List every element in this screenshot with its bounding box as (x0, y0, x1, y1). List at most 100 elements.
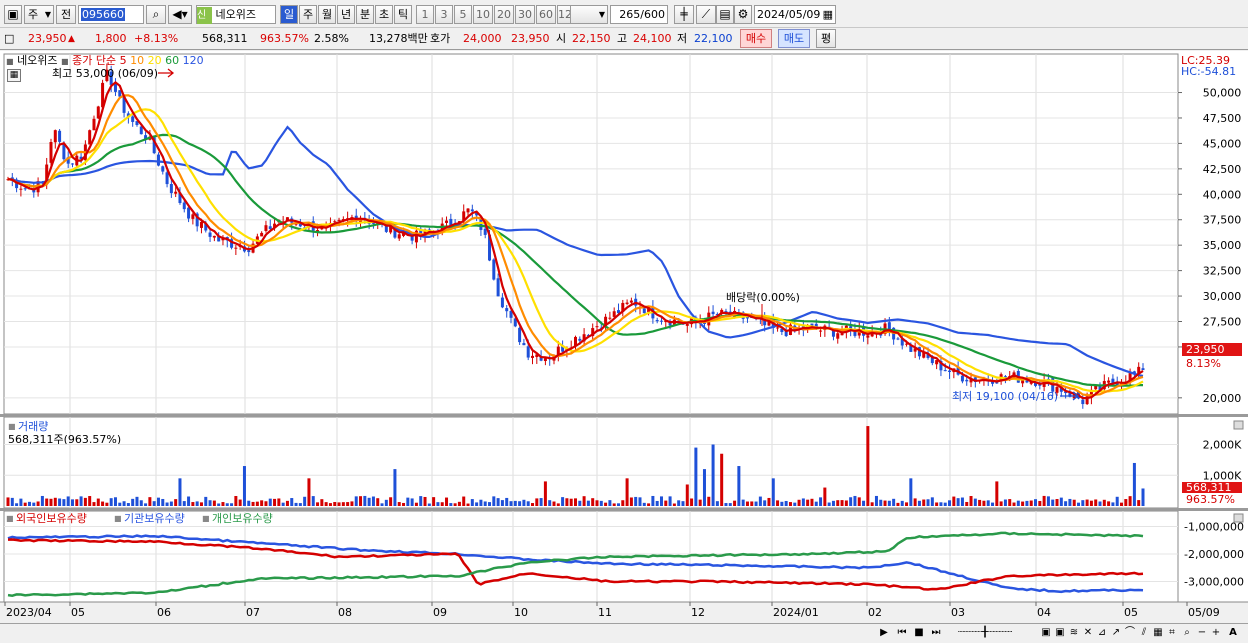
zoom-in-icon[interactable]: ⏭ (929, 626, 943, 641)
volume-bar (45, 498, 49, 506)
candle-body (182, 202, 186, 210)
volume-bar (212, 500, 216, 506)
volume-bar (754, 501, 758, 506)
price-axis-label: 42,500 (1203, 163, 1242, 176)
candle-body (466, 208, 470, 213)
volume-bar (522, 499, 526, 506)
period-tab-4[interactable]: 분 (356, 5, 374, 24)
stock-code-input[interactable]: 095660 (78, 5, 144, 24)
volume-bar (543, 481, 547, 506)
stock-name-field[interactable]: 신 네오위즈 (196, 5, 276, 24)
layout2-icon[interactable]: ▣ (1054, 626, 1066, 641)
gear-icon[interactable]: ⚙ (734, 5, 752, 24)
volume-bar (685, 484, 689, 506)
volume-bar (328, 503, 332, 506)
ma-periods: 5 10 20 60 120 (120, 54, 204, 67)
volume-bar (10, 497, 14, 506)
ma-period-10: 10 (126, 54, 145, 67)
candle-body (169, 183, 173, 194)
stock-chart[interactable]: 50,000 47,500 45,000 42,500 40,000 37,500 35,0… (0, 51, 1248, 623)
speaker-icon[interactable]: ◀▾ (168, 5, 192, 24)
draw-icon[interactable]: ⟋ (696, 5, 716, 24)
candle-body (88, 130, 92, 145)
period-tab-1[interactable]: 주 (299, 5, 317, 24)
toolbar: ▣ 주 ▼ 전 095660 ⌕ ◀▾ 신 네오위즈 일주월년분초틱 1 3 5 10 2… (0, 0, 1248, 28)
candle-body (470, 209, 474, 212)
zoom-out-icon[interactable]: ⏮ (895, 626, 909, 641)
count-value: 265 (619, 8, 641, 21)
scroll-right-icon[interactable]: ▶ (878, 626, 890, 641)
volume-bar (909, 478, 913, 506)
layout-icon[interactable]: ▣ (1040, 626, 1052, 641)
volume-axis-label: 2,000K (1203, 439, 1242, 452)
minus-icon[interactable]: − (1196, 626, 1208, 641)
text-icon[interactable]: A (1226, 626, 1240, 641)
volume-bar (445, 497, 449, 506)
arc-icon[interactable]: ⌒ (1124, 626, 1136, 641)
ruler-icon[interactable]: ⫽ (1138, 626, 1150, 641)
volume-bar (449, 503, 453, 506)
magnify-icon[interactable]: ⌕ (1180, 626, 1194, 641)
price-axis-label: 35,000 (1203, 239, 1242, 252)
interval-dropdown[interactable]: ▼ (570, 5, 608, 24)
period-tab-6[interactable]: 틱 (394, 5, 412, 24)
period-tab-5[interactable]: 초 (375, 5, 393, 24)
sell-button[interactable]: 매도 (778, 29, 810, 48)
volume-bar (397, 502, 401, 506)
volume-bar (66, 496, 70, 506)
candle-body (659, 320, 663, 322)
date-field[interactable]: 2024/05/09 ▦ (754, 5, 836, 24)
stop-icon[interactable]: ■ (912, 626, 926, 641)
interval-button-10[interactable]: 10 (473, 5, 493, 24)
plus-icon[interactable]: + (1210, 626, 1222, 641)
search-icon[interactable]: ⌕ (146, 5, 166, 24)
volume-bar (1068, 498, 1072, 506)
candle-body (131, 116, 135, 122)
interval-button-60[interactable]: 60 (536, 5, 556, 24)
lines-icon[interactable]: ≋ (1068, 626, 1080, 641)
volume-bar (672, 503, 676, 506)
avg-button[interactable]: 평 (816, 29, 836, 48)
period-type-select[interactable]: 주 ▼ (24, 5, 54, 24)
candle-body (1081, 399, 1085, 405)
trend-icon[interactable]: ↗ (1110, 626, 1122, 641)
volume-bar (831, 500, 835, 506)
max-price-note: 최고 53,000 (06/09) (52, 67, 158, 80)
volume-bar (354, 496, 358, 506)
interval-button-3[interactable]: 3 (435, 5, 453, 24)
period-tab-2[interactable]: 월 (318, 5, 336, 24)
fib-icon[interactable]: ⊿ (1096, 626, 1108, 641)
prev-button[interactable]: 전 (56, 5, 76, 24)
chart-canvas[interactable]: 50,000 47,500 45,000 42,500 40,000 37,500 35,0… (0, 51, 1248, 623)
interval-button-5[interactable]: 5 (454, 5, 472, 24)
candle-body (49, 142, 53, 163)
ruler2-icon[interactable]: ⌗ (1166, 626, 1178, 641)
zoom-slider[interactable]: ┈┈┈┈╂┈┈┈┈ (950, 626, 1020, 641)
volume-bar (870, 502, 874, 506)
interval-button-20[interactable]: 20 (494, 5, 514, 24)
save-icon[interactable]: ▤ (716, 5, 734, 24)
candle-body (1141, 368, 1145, 371)
panel-marker-icon: ■ (8, 422, 16, 431)
period-tab-0[interactable]: 일 (280, 5, 298, 24)
count-field[interactable]: 265/600 (610, 5, 668, 24)
cross-icon[interactable]: ✕ (1082, 626, 1094, 641)
volume-bar (1137, 500, 1141, 506)
quote-ask: 24,000 (463, 32, 502, 45)
volume-bar (316, 502, 320, 506)
interval-button-30[interactable]: 30 (515, 5, 535, 24)
candle-body (578, 338, 582, 341)
buy-button[interactable]: 매수 (740, 29, 772, 48)
quote-high: 24,100 (633, 32, 672, 45)
period-tab-3[interactable]: 년 (337, 5, 355, 24)
volume-bar (793, 502, 797, 506)
volume-bar (690, 498, 694, 506)
window-menu-icon[interactable]: ▣ (4, 5, 22, 24)
candle-icon[interactable]: ╪ (674, 5, 694, 24)
interval-button-1[interactable]: 1 (416, 5, 434, 24)
volume-bar (849, 497, 853, 506)
grid-toggle-icon[interactable]: ▦ (7, 69, 21, 82)
volume-bar (1008, 499, 1012, 506)
x-axis-label: 06 (157, 606, 171, 619)
grid-icon[interactable]: ▦ (1152, 626, 1164, 641)
